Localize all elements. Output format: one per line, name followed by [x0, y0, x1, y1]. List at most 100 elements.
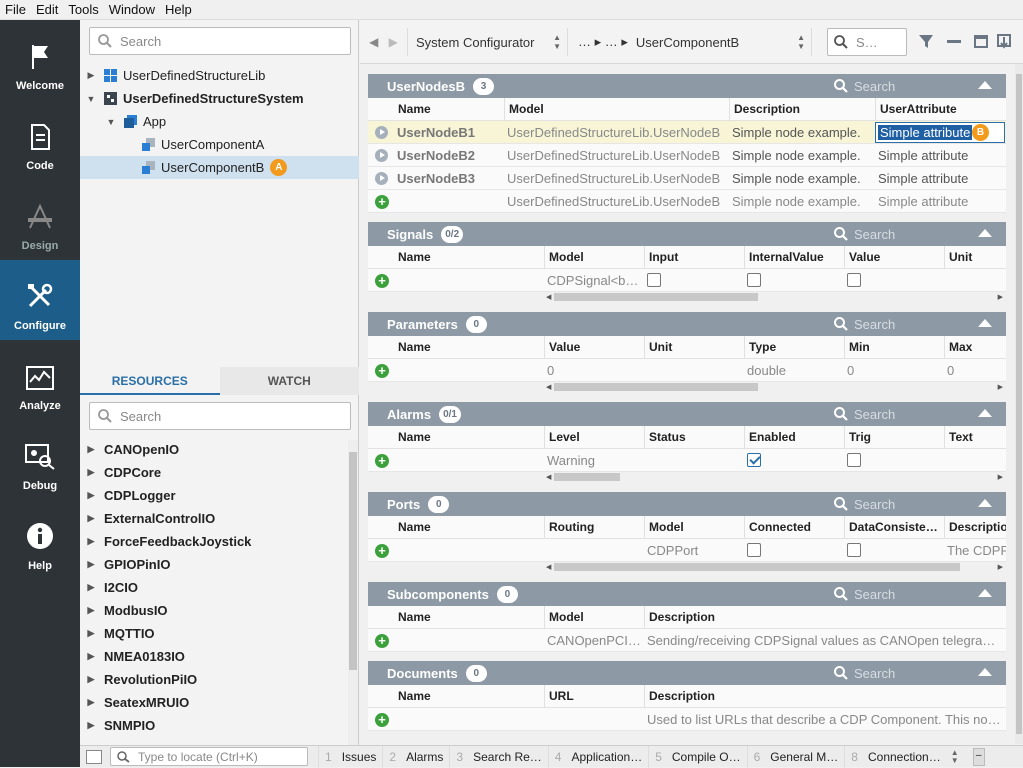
play-icon[interactable] — [375, 149, 388, 162]
horizontal-scrollbar[interactable]: ◀ ▶ — [368, 562, 1006, 572]
scrollbar-thumb[interactable] — [554, 293, 758, 301]
pin-icon[interactable] — [997, 34, 1011, 53]
panel-search[interactable]: Search — [834, 492, 895, 516]
table-row[interactable]: UserNodeB2 UserDefinedStructureLib.UserN… — [368, 144, 1006, 167]
horizontal-scrollbar[interactable]: ◀ ▶ — [368, 472, 1006, 482]
forward-arrow-icon[interactable]: ▶ — [389, 35, 398, 49]
list-item[interactable]: ▶ ModbusIO — [80, 599, 348, 622]
column-header[interactable]: Unit — [944, 246, 1006, 269]
column-header[interactable]: Type — [744, 336, 844, 359]
expand-icon[interactable]: ▶ — [86, 651, 96, 662]
add-icon[interactable]: + — [375, 713, 389, 727]
panel-header[interactable]: Signals 0/2 Search — [368, 222, 1006, 246]
add-icon[interactable]: + — [375, 634, 389, 648]
expand-icon[interactable]: ▶ — [86, 697, 96, 708]
column-header[interactable]: Input — [644, 246, 744, 269]
menu-help[interactable]: Help — [160, 2, 197, 17]
maximize-icon[interactable] — [974, 35, 988, 48]
tree-item[interactable]: ▼ App — [80, 110, 359, 133]
toolbar-search-input[interactable]: S… — [827, 28, 907, 56]
column-header[interactable]: Routing — [544, 516, 644, 539]
tab-application[interactable]: 4 Application… — [547, 745, 648, 768]
collapse-icon[interactable]: ▼ — [106, 117, 116, 127]
column-header[interactable]: Min — [844, 336, 944, 359]
nav-welcome[interactable]: Welcome — [0, 20, 80, 100]
internal-value-checkbox[interactable] — [747, 273, 761, 287]
column-header[interactable]: Model — [544, 606, 644, 629]
column-header[interactable]: Max — [944, 336, 1006, 359]
list-item[interactable]: ▶ CDPLogger — [80, 484, 348, 507]
list-item[interactable]: ▶ SeatexMRUIO — [80, 691, 348, 714]
expand-icon[interactable]: ▶ — [86, 444, 96, 455]
collapse-icon[interactable] — [978, 499, 992, 507]
configurator-select[interactable]: System Configurator ▲ ▼ — [410, 28, 568, 56]
list-item[interactable]: ▶ RevolutionPiIO — [80, 668, 348, 691]
collapse-icon[interactable] — [978, 589, 992, 597]
panel-search[interactable]: Search — [834, 222, 895, 246]
expand-icon[interactable]: ▶ — [86, 628, 96, 639]
expand-icon[interactable]: ▶ — [86, 513, 96, 524]
expand-icon[interactable]: ▶ — [86, 674, 96, 685]
locate-input[interactable]: Type to locate (Ctrl+K) — [110, 747, 308, 766]
panel-header[interactable]: Subcomponents 0 Search — [368, 582, 1006, 606]
column-header[interactable]: URL — [544, 685, 644, 708]
expand-icon[interactable]: ▶ — [86, 467, 96, 478]
tab-general-messages[interactable]: 6 General M… — [746, 745, 845, 768]
scrollbar-thumb[interactable] — [554, 383, 758, 391]
column-header[interactable]: Status — [644, 426, 744, 449]
add-icon[interactable]: + — [375, 454, 389, 468]
list-item[interactable]: ▶ I2CIO — [80, 576, 348, 599]
expand-icon[interactable]: ▶ — [86, 605, 96, 616]
enabled-checkbox[interactable] — [747, 453, 761, 467]
panel-header[interactable]: Documents 0 Search — [368, 661, 1006, 685]
column-header[interactable]: Connected — [744, 516, 844, 539]
nav-analyze[interactable]: Analyze — [0, 340, 80, 420]
collapse-icon[interactable] — [978, 229, 992, 237]
new-row[interactable]: + CDPSignal<b… — [368, 269, 1006, 292]
tab-search-results[interactable]: 3 Search Re… — [449, 745, 547, 768]
menu-window[interactable]: Window — [104, 2, 160, 17]
add-icon[interactable]: + — [375, 544, 389, 558]
panel-header[interactable]: Parameters 0 Search — [368, 312, 1006, 336]
panel-search[interactable]: Search — [834, 582, 895, 606]
list-item[interactable]: ▶ ForceFeedbackJoystick — [80, 530, 348, 553]
play-icon[interactable] — [375, 172, 388, 185]
expand-icon[interactable]: ▶ — [86, 559, 96, 570]
new-row[interactable]: + Warning — [368, 449, 1006, 472]
panel-search[interactable]: Search — [834, 74, 895, 98]
column-header[interactable]: Unit — [644, 336, 744, 359]
collapse-icon[interactable] — [978, 668, 992, 676]
filter-icon[interactable] — [918, 34, 936, 53]
column-header[interactable]: Name — [394, 246, 544, 269]
panel-search[interactable]: Search — [834, 402, 895, 426]
column-header[interactable]: Name — [394, 685, 544, 708]
list-item[interactable]: ▶ CANOpenIO — [80, 438, 348, 461]
column-header[interactable]: Name — [394, 606, 544, 629]
column-header[interactable]: Model — [644, 516, 744, 539]
tab-compile-output[interactable]: 5 Compile O… — [648, 745, 746, 768]
new-row[interactable]: + CANOpenPCI… Sending/receiving CDPSigna… — [368, 629, 1006, 652]
column-header[interactable]: Enabled — [744, 426, 844, 449]
expand-icon[interactable]: ▶ — [86, 536, 96, 547]
list-item[interactable]: ▶ GPIOPinIO — [80, 553, 348, 576]
list-item[interactable]: ▶ MQTTIO — [80, 622, 348, 645]
nav-design[interactable]: Design — [0, 180, 80, 260]
tab-issues[interactable]: 1 Issues — [318, 745, 382, 768]
expand-icon[interactable]: ▶ — [86, 720, 96, 731]
input-checkbox[interactable] — [647, 273, 661, 287]
panel-search[interactable]: Search — [834, 312, 895, 336]
add-icon[interactable]: + — [375, 195, 389, 209]
column-header[interactable]: Trig — [844, 426, 944, 449]
column-header[interactable]: Value — [844, 246, 944, 269]
table-row[interactable]: UserNodeB3 UserDefinedStructureLib.UserN… — [368, 167, 1006, 190]
scrollbar-thumb[interactable] — [349, 452, 357, 670]
panel-header[interactable]: UserNodesB 3 Search — [368, 74, 1006, 98]
tree-item[interactable]: ▼ UserDefinedStructureSystem — [80, 87, 359, 110]
collapse-icon[interactable] — [978, 409, 992, 417]
scrollbar-thumb[interactable] — [554, 473, 620, 481]
new-row[interactable]: + CDPPort The CDPP — [368, 539, 1006, 562]
column-header[interactable]: Value — [544, 336, 644, 359]
add-icon[interactable]: + — [375, 364, 389, 378]
scrollbar-thumb[interactable] — [1016, 74, 1022, 734]
tree-search-input[interactable]: Search — [89, 27, 351, 55]
